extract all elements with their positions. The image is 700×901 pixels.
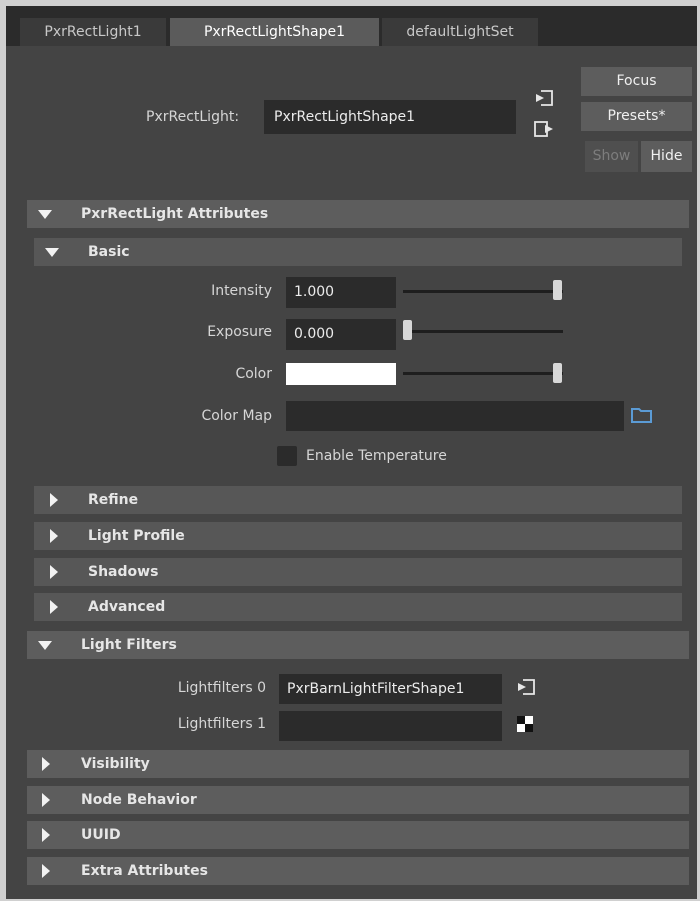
folder-icon[interactable] (630, 405, 654, 425)
color-map-label: Color Map (201, 408, 272, 424)
section-light-filters[interactable]: Light Filters (27, 631, 689, 659)
color-swatch[interactable] (286, 363, 396, 385)
node-name-field[interactable]: PxrRectLightShape1 (264, 100, 516, 134)
tab-pxrrectlightshape1[interactable]: PxrRectLightShape1 (170, 18, 379, 46)
section-title: PxrRectLight Attributes (81, 206, 269, 222)
lightfilters1-field[interactable] (279, 711, 502, 741)
section-extra-attributes[interactable]: Extra Attributes (27, 857, 689, 885)
expand-arrow-icon (50, 565, 58, 579)
section-title: Extra Attributes (81, 863, 208, 879)
exposure-field[interactable]: 0.000 (286, 319, 396, 350)
expand-arrow-icon (42, 828, 50, 842)
section-uuid[interactable]: UUID (27, 821, 689, 849)
presets-button[interactable]: Presets* (581, 102, 692, 131)
section-basic[interactable]: Basic (34, 238, 682, 266)
section-pxrrectlight-attributes[interactable]: PxrRectLight Attributes (27, 200, 689, 228)
color-label: Color (235, 366, 272, 382)
intensity-slider-track[interactable] (403, 290, 563, 293)
intensity-slider-handle[interactable] (553, 280, 562, 300)
collapse-arrow-icon (38, 641, 52, 650)
section-title: Node Behavior (81, 792, 197, 808)
section-title: Refine (88, 492, 139, 508)
section-title: Light Filters (81, 637, 177, 653)
lightfilters1-label: Lightfilters 1 (177, 716, 266, 732)
enable-temperature-checkbox[interactable] (277, 446, 297, 466)
collapse-arrow-icon (38, 210, 52, 219)
color-slider-handle[interactable] (553, 363, 562, 383)
section-advanced[interactable]: Advanced (34, 593, 682, 621)
section-shadows[interactable]: Shadows (34, 558, 682, 586)
intensity-label: Intensity (211, 283, 272, 299)
lightfilters0-field[interactable]: PxrBarnLightFilterShape1 (279, 674, 502, 704)
expand-arrow-icon (50, 600, 58, 614)
expand-arrow-icon (42, 757, 50, 771)
section-title: Advanced (88, 599, 166, 615)
show-button[interactable]: Show (585, 141, 638, 172)
lightfilters0-label: Lightfilters 0 (177, 680, 266, 696)
checker-map-icon[interactable] (517, 716, 533, 732)
intensity-field[interactable]: 1.000 (286, 277, 396, 308)
exposure-slider-track[interactable] (403, 330, 563, 333)
attribute-editor-panel: PxrRectLight1 PxrRectLightShape1 default… (6, 6, 697, 899)
section-title: Visibility (81, 756, 150, 772)
input-connection-icon[interactable] (533, 88, 555, 108)
collapse-arrow-icon (45, 248, 59, 257)
node-name-label: PxrRectLight: (146, 109, 240, 125)
focus-button[interactable]: Focus (581, 67, 692, 96)
section-light-profile[interactable]: Light Profile (34, 522, 682, 550)
color-slider-track[interactable] (403, 372, 563, 375)
tab-pxrrectlight1[interactable]: PxrRectLight1 (20, 18, 166, 46)
expand-arrow-icon (50, 493, 58, 507)
tab-defaultlightset[interactable]: defaultLightSet (382, 18, 538, 46)
section-refine[interactable]: Refine (34, 486, 682, 514)
color-map-field[interactable] (286, 401, 624, 431)
section-title: Shadows (88, 564, 159, 580)
section-visibility[interactable]: Visibility (27, 750, 689, 778)
expand-arrow-icon (42, 793, 50, 807)
output-connection-icon[interactable] (533, 119, 555, 139)
section-title: Basic (88, 244, 130, 260)
hide-button[interactable]: Hide (641, 141, 692, 172)
exposure-slider-handle[interactable] (403, 320, 412, 340)
expand-arrow-icon (50, 529, 58, 543)
tab-bar: PxrRectLight1 PxrRectLightShape1 default… (6, 6, 697, 46)
enable-temperature-label: Enable Temperature (306, 448, 447, 464)
input-connection-icon[interactable] (515, 677, 537, 697)
expand-arrow-icon (42, 864, 50, 878)
section-title: UUID (81, 827, 121, 843)
exposure-label: Exposure (207, 324, 272, 340)
section-node-behavior[interactable]: Node Behavior (27, 786, 689, 814)
section-title: Light Profile (88, 528, 185, 544)
